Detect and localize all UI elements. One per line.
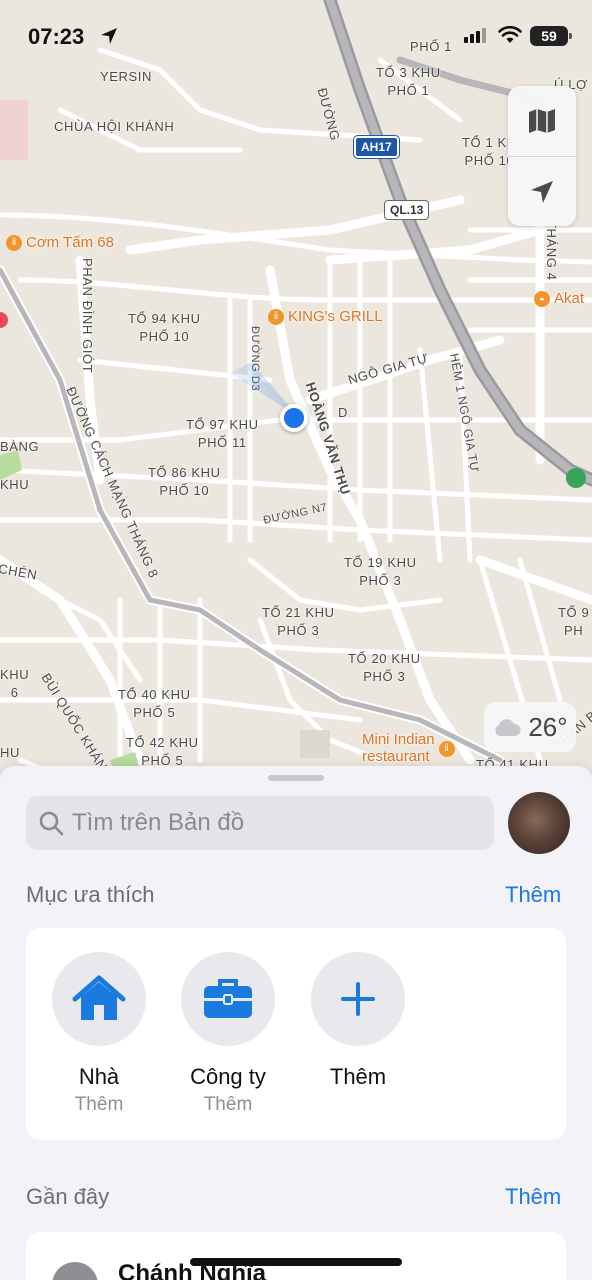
house-icon <box>72 975 126 1020</box>
map-mode-button[interactable] <box>508 86 576 156</box>
favorites-card: Nhà Thêm Công ty Thêm Thêm <box>26 928 566 1140</box>
favorite-add[interactable]: Thêm <box>293 952 423 1090</box>
fork-knife-icon: ⅱ <box>438 740 455 757</box>
poi-kings-grill[interactable]: ⅱ KING's GRILL <box>268 308 383 325</box>
place-label: TỔ 97 KHU PHỐ 11 <box>186 417 259 450</box>
bottom-sheet: Mục ưa thích Thêm Nhà Thêm <box>0 766 592 1280</box>
poi-label: Akat <box>554 290 585 307</box>
recents-card: Chánh Nghĩa <box>26 1232 566 1280</box>
place-label: TỔ 40 KHU PHỐ 5 <box>118 687 191 720</box>
recent-item-icon <box>52 1262 98 1280</box>
fork-knife-icon: ⅱ <box>6 234 22 251</box>
street-label: KHU <box>0 477 30 492</box>
street-label: D <box>338 405 348 420</box>
battery-indicator: 59 <box>530 26 572 46</box>
place-label: TỔ 94 KHU PHỐ 10 <box>128 311 201 344</box>
location-arrow-icon <box>101 28 117 44</box>
place-label: TỔ 42 KHU PHỐ 5 <box>126 735 199 768</box>
track-location-button[interactable] <box>508 157 576 227</box>
wifi-icon <box>498 26 522 43</box>
favorite-name: Thêm <box>329 1064 387 1089</box>
street-label: BÀNG <box>0 439 40 454</box>
place-label: TỔ 86 KHU PHỐ 10 <box>148 465 221 498</box>
map-icon <box>529 109 555 133</box>
favorite-circle <box>311 952 405 1046</box>
favorites-title: Mục ưa thích <box>26 882 155 907</box>
user-location-dot[interactable] <box>280 404 308 432</box>
poi-label: Mini Indian restaurant <box>362 731 435 765</box>
poi-akat[interactable]: ◒ Akat <box>534 290 584 307</box>
sheet-grabber[interactable] <box>268 775 324 781</box>
poi-label: Cơm Tấm 68 <box>26 234 114 251</box>
recents-title: Gần đây <box>26 1184 110 1209</box>
favorites-more-link[interactable]: Thêm <box>505 882 561 908</box>
street-label: PHAN ĐÌNH GIÓT <box>80 258 95 374</box>
place-label: TỔ 19 KHU PHỐ 3 <box>344 555 417 588</box>
favorite-home[interactable]: Nhà Thêm <box>34 952 164 1116</box>
fork-knife-icon: ⅱ <box>268 308 284 325</box>
clock: 07:23 <box>28 24 85 49</box>
map-view[interactable]: YERSIN CHÙA HỘI KHÁNH TỔ 3 KHU PHỐ 1 TỔ … <box>0 0 592 790</box>
home-indicator[interactable] <box>190 1258 402 1266</box>
plus-icon <box>341 982 375 1016</box>
favorite-circle <box>52 952 146 1046</box>
street-label: THÁNG 4 <box>544 220 559 281</box>
favorite-work[interactable]: Công ty Thêm <box>163 952 293 1116</box>
poi-mini-indian[interactable]: ⅱ Mini Indian restaurant <box>362 731 455 765</box>
avatar[interactable] <box>508 792 570 854</box>
favorite-sub: Thêm <box>203 1094 253 1115</box>
poi-marker[interactable] <box>566 468 586 488</box>
location-arrow-icon <box>531 181 553 203</box>
cellular-signal-icon <box>464 28 486 43</box>
street-label: YERSIN <box>100 69 153 84</box>
search-bar[interactable] <box>26 796 494 850</box>
favorite-name: Nhà <box>78 1064 120 1089</box>
favorite-sub: Thêm <box>74 1094 124 1115</box>
place-label: HU <box>0 745 20 760</box>
favorite-circle <box>181 952 275 1046</box>
food-icon: ◒ <box>534 290 550 307</box>
search-icon <box>39 811 64 836</box>
map-controls <box>508 86 576 226</box>
place-label: TỔ 21 KHU PHỐ 3 <box>262 605 335 638</box>
temperature: 26° <box>528 711 568 742</box>
place-label: KHU 6 <box>0 667 30 700</box>
status-bar: 07:23 59 <box>0 0 592 70</box>
weather-badge: 26° <box>484 702 576 752</box>
place-label: TỔ 9 PH <box>558 605 590 638</box>
poi-label: KING's GRILL <box>288 308 383 325</box>
place-label: CHÙA HỘI KHÁNH <box>54 119 175 134</box>
highway-shield: QL.13 <box>384 200 430 220</box>
place-label: TỔ 20 KHU PHỐ 3 <box>348 651 421 684</box>
highway-shield: AH17 <box>354 136 399 158</box>
search-input[interactable] <box>72 809 472 837</box>
recents-more-link[interactable]: Thêm <box>505 1184 561 1210</box>
briefcase-icon <box>204 979 252 1018</box>
favorite-name: Công ty <box>190 1064 266 1089</box>
cloud-icon <box>495 719 521 736</box>
poi-com-tam[interactable]: ⅱ Cơm Tấm 68 <box>6 234 114 251</box>
